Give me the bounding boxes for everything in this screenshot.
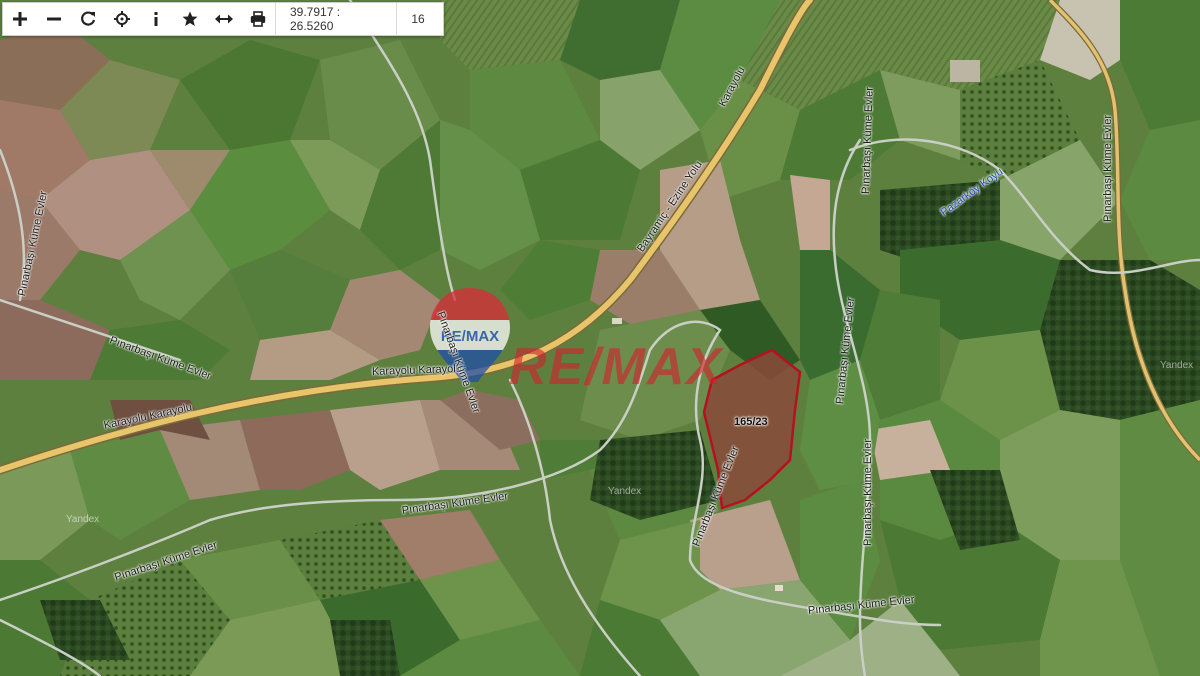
info-button[interactable] <box>139 3 173 35</box>
satellite-map[interactable]: RE/MAX RE/MAX Karayolu Karayolu Karayolu… <box>0 0 1200 676</box>
measure-button[interactable] <box>207 3 241 35</box>
zoom-in-icon <box>13 12 27 26</box>
favorite-button[interactable] <box>173 3 207 35</box>
zoom-out-icon <box>47 17 61 21</box>
zoom-out-button[interactable] <box>37 3 71 35</box>
info-icon <box>154 12 158 26</box>
map-toolbar: 39.7917 : 26.5260 16 <box>2 2 444 36</box>
road-label-pinarbasi: Pınarbaşı Küme Evler <box>862 439 874 546</box>
locate-button[interactable] <box>105 3 139 35</box>
yandex-watermark: Yandex <box>1160 360 1194 371</box>
coordinates-readout: 39.7917 : 26.5260 <box>275 3 396 35</box>
print-icon <box>250 11 266 27</box>
zoom-in-button[interactable] <box>3 3 37 35</box>
measure-icon <box>215 14 233 24</box>
star-icon <box>182 11 198 26</box>
road-label-pinarbasi: Pınarbaşı Küme Evler <box>1102 115 1114 222</box>
remax-watermark: RE/MAX <box>509 338 724 396</box>
refresh-button[interactable] <box>71 3 105 35</box>
refresh-icon <box>81 11 96 26</box>
print-button[interactable] <box>241 3 275 35</box>
yandex-watermark: Yandex <box>66 514 100 525</box>
crosshair-icon <box>114 11 130 27</box>
zoom-level-readout: 16 <box>396 3 439 35</box>
yandex-watermark: Yandex <box>608 486 642 497</box>
parcel-label[interactable]: 165/23 <box>734 416 768 428</box>
